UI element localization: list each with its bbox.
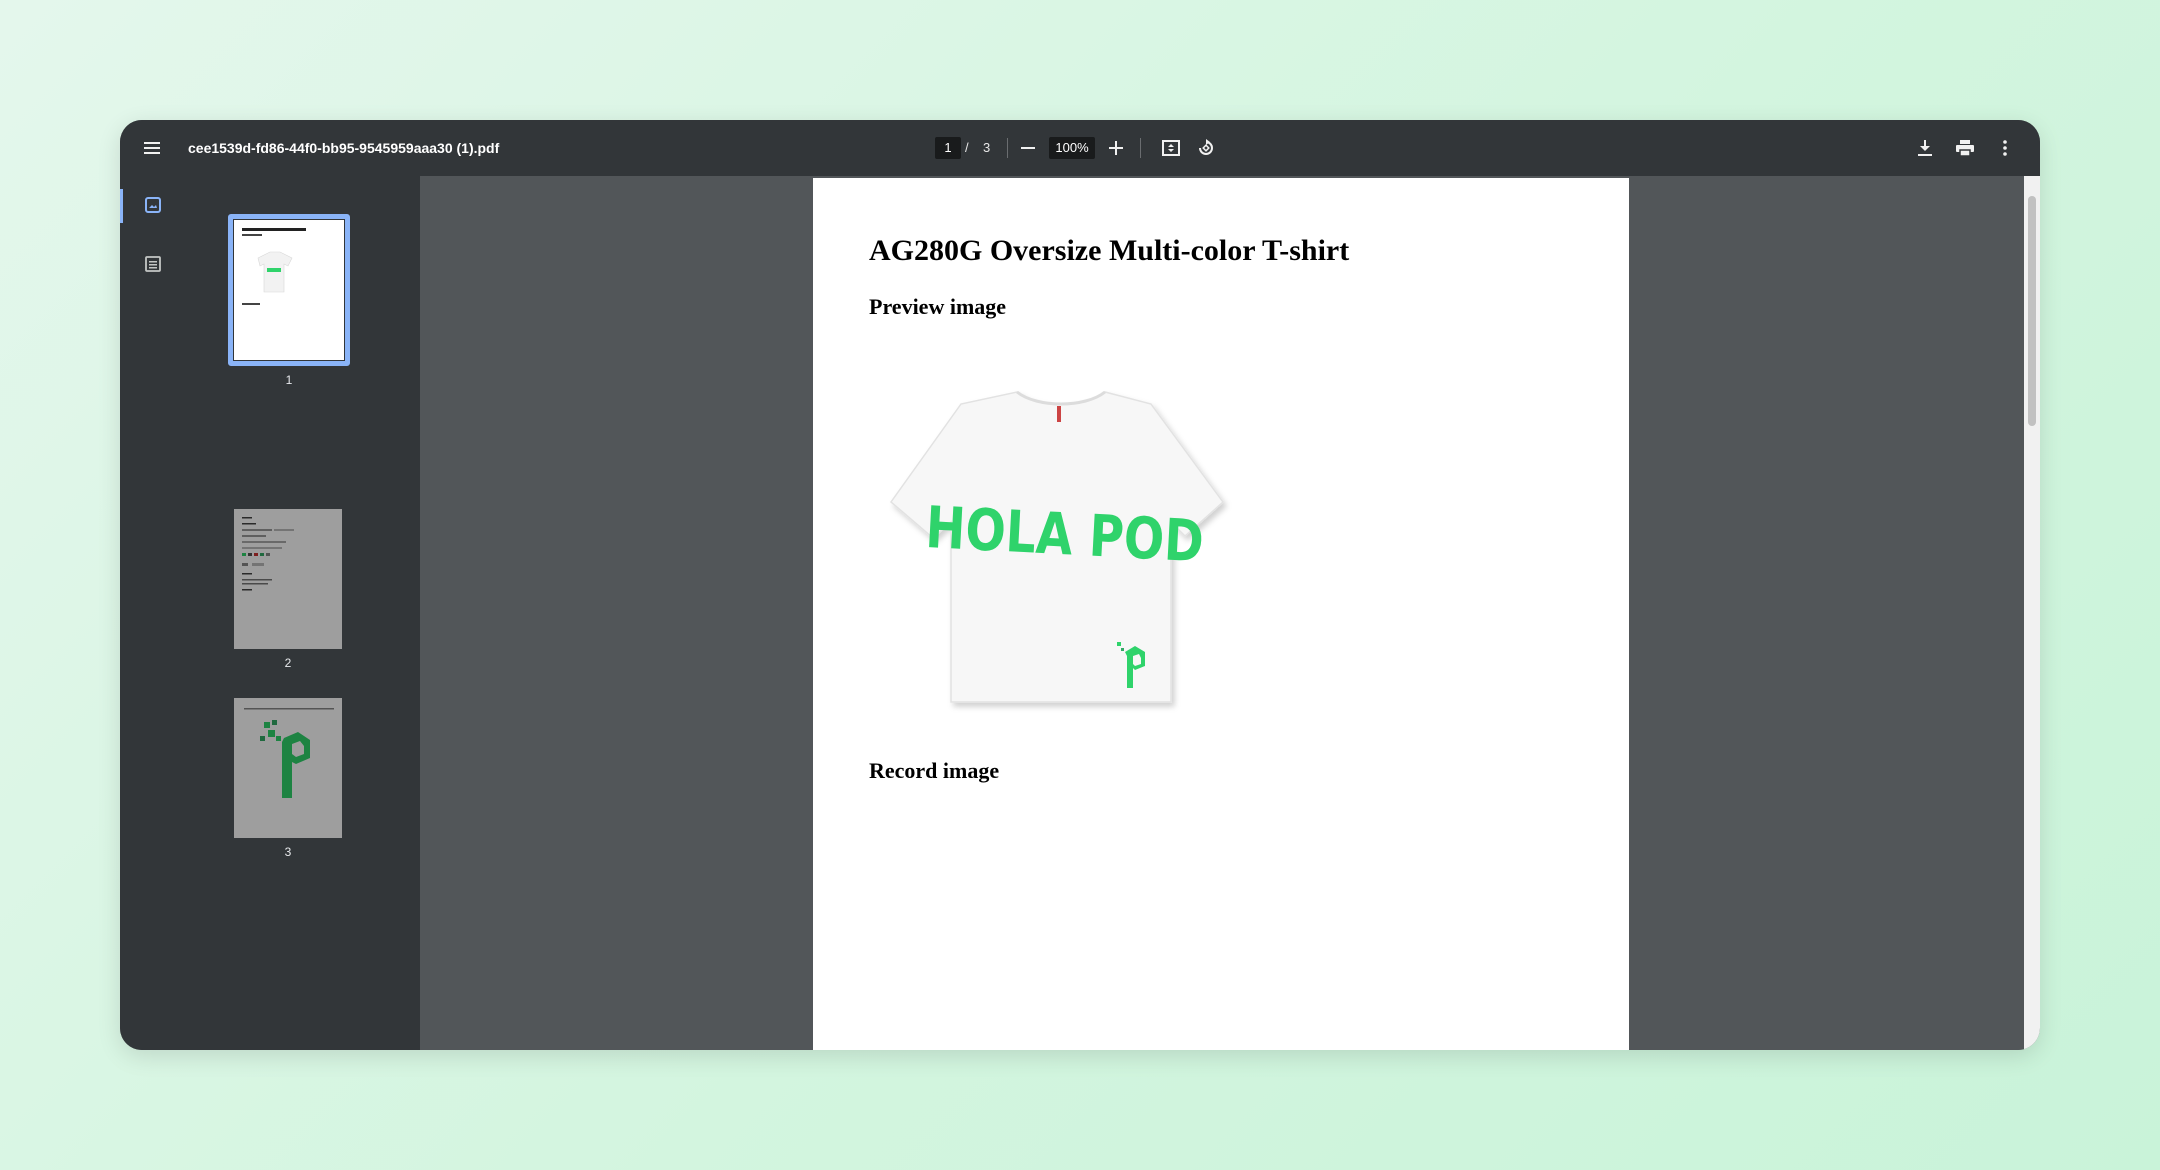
thumbnail-label: 1 <box>285 373 293 387</box>
record-heading: Record image <box>869 758 1000 783</box>
thumbnail-label: 2 <box>284 656 292 670</box>
rail-active-indicator <box>120 189 123 223</box>
plus-icon[interactable] <box>1104 136 1128 160</box>
print-icon[interactable] <box>1952 135 1978 161</box>
download-icon[interactable] <box>1912 135 1938 161</box>
file-name: cee1539d-fd86-44f0-bb95-9545959aaa30 (1)… <box>188 140 500 156</box>
tshirt-image: HOLA POD <box>889 384 1245 714</box>
toolbar-divider <box>1007 138 1008 158</box>
sidebar-rail <box>120 176 190 1050</box>
document-title: AG280G Oversize Multi-color T-shirt <box>869 234 1350 267</box>
more-vert-icon[interactable] <box>1992 135 2018 161</box>
page-number-input[interactable]: 1 <box>935 137 961 159</box>
page-total: 3 <box>983 140 991 155</box>
zoom-input[interactable]: 100% <box>1049 137 1095 159</box>
pdf-viewer-window: cee1539d-fd86-44f0-bb95-9545959aaa30 (1)… <box>120 120 2040 1050</box>
menu-icon[interactable] <box>138 134 166 162</box>
vertical-scrollbar[interactable] <box>2024 176 2040 1050</box>
rotate-icon[interactable] <box>1193 135 1219 161</box>
thumbnail-label: 3 <box>284 845 292 859</box>
page-separator: / <box>965 140 969 155</box>
thumbnail-page-2[interactable] <box>234 509 342 649</box>
minus-icon[interactable] <box>1016 136 1040 160</box>
scrollbar-thumb[interactable] <box>2028 196 2036 426</box>
toolbar: cee1539d-fd86-44f0-bb95-9545959aaa30 (1)… <box>120 120 2040 176</box>
thumbnails-icon[interactable] <box>140 192 166 218</box>
pdf-page: AG280G Oversize Multi-color T-shirt Prev… <box>813 178 1629 1050</box>
toolbar-divider <box>1140 138 1141 158</box>
fit-to-page-icon[interactable] <box>1158 135 1184 161</box>
preview-heading: Preview image <box>869 294 1007 319</box>
thumbnail-pane: 1 2 3 <box>190 176 420 1050</box>
thumbnail-page-1[interactable] <box>234 220 344 360</box>
document-viewer: AG280G Oversize Multi-color T-shirt Prev… <box>420 176 2024 1050</box>
outline-icon[interactable] <box>140 251 166 277</box>
thumbnail-page-3[interactable] <box>234 698 342 838</box>
